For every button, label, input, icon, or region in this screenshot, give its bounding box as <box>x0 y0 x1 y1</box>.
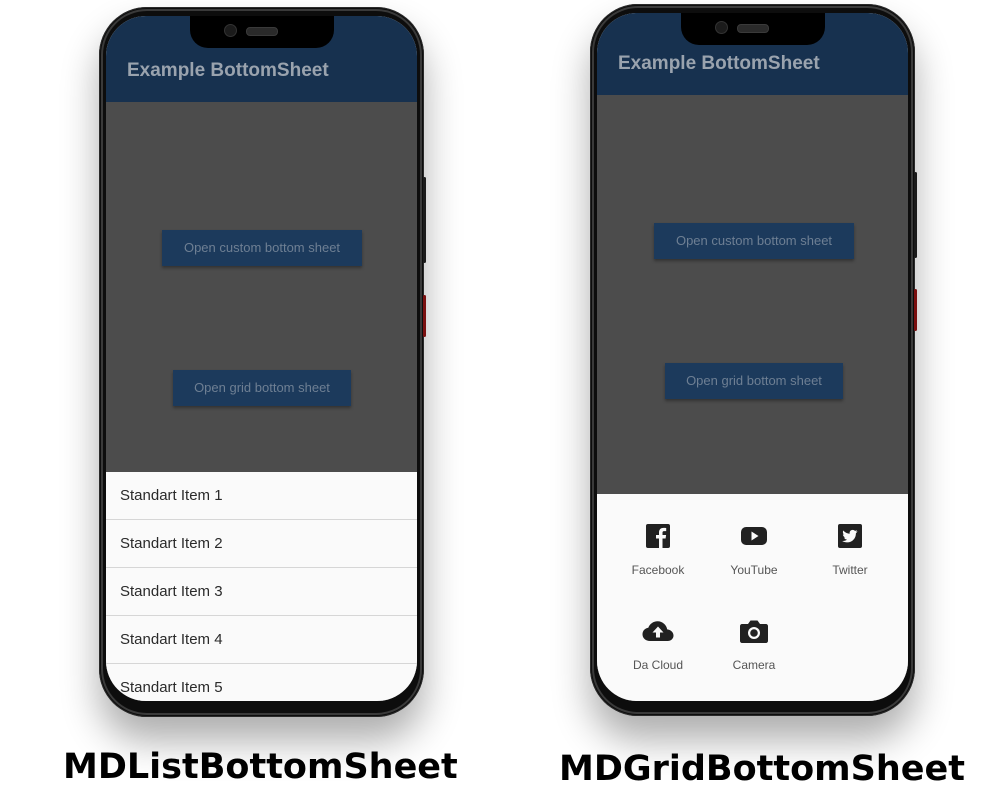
list-item[interactable]: Standart Item 1 <box>106 472 417 520</box>
open-grid-bottom-sheet-button[interactable]: Open grid bottom sheet <box>665 363 843 399</box>
grid: Facebook YouTube Twitter Da Cloud Camera <box>597 494 908 701</box>
screen-right: Example BottomSheet Open custom bottom s… <box>597 13 908 701</box>
caption-grid-bottom-sheet: MDGridBottomSheet <box>559 749 965 789</box>
earpiece-speaker <box>245 27 278 36</box>
volume-button <box>914 289 917 331</box>
earpiece-speaker <box>736 24 769 33</box>
cloud-upload-icon <box>642 621 674 641</box>
list-item[interactable]: Standart Item 3 <box>106 568 417 616</box>
grid-item-camera[interactable]: Camera <box>702 618 806 698</box>
grid-item-youtube[interactable]: YouTube <box>702 523 806 603</box>
screen-left: Example BottomSheet Open custom bottom s… <box>106 16 417 701</box>
list-item[interactable]: Standart Item 4 <box>106 616 417 664</box>
list-bottom-sheet: Standart Item 1 Standart Item 2 Standart… <box>106 472 417 701</box>
grid-bottom-sheet: Facebook YouTube Twitter Da Cloud Camera <box>597 494 908 701</box>
grid-item-label: Camera <box>732 658 776 672</box>
list-item[interactable]: Standart Item 5 <box>106 664 417 701</box>
facebook-icon <box>646 524 670 548</box>
power-button <box>423 177 426 263</box>
app-bar-title: Example BottomSheet <box>618 53 820 74</box>
front-camera <box>714 21 728 34</box>
grid-item-label: Da Cloud <box>632 658 684 672</box>
list-item[interactable]: Standart Item 2 <box>106 520 417 568</box>
caption-list-bottom-sheet: MDListBottomSheet <box>63 747 458 787</box>
grid-item-label: Twitter <box>832 563 868 577</box>
twitter-icon <box>838 524 862 548</box>
youtube-icon <box>741 527 767 545</box>
volume-button <box>423 295 426 337</box>
notch <box>680 13 825 45</box>
phone-frame-left: Example BottomSheet Open custom bottom s… <box>99 7 426 717</box>
front-camera <box>223 24 237 37</box>
open-custom-bottom-sheet-button[interactable]: Open custom bottom sheet <box>654 223 854 259</box>
grid-item-label: Facebook <box>631 563 685 577</box>
camera-icon <box>740 620 768 643</box>
grid-item-label: YouTube <box>730 563 778 577</box>
phone-frame-right: Example BottomSheet Open custom bottom s… <box>590 4 917 716</box>
grid-item-da-cloud[interactable]: Da Cloud <box>606 618 710 698</box>
grid-item-twitter[interactable]: Twitter <box>798 523 902 603</box>
app-bar-title: Example BottomSheet <box>127 60 329 81</box>
notch <box>189 16 334 48</box>
power-button <box>914 172 917 258</box>
open-grid-bottom-sheet-button[interactable]: Open grid bottom sheet <box>173 370 351 406</box>
grid-item-facebook[interactable]: Facebook <box>606 523 710 603</box>
open-custom-bottom-sheet-button[interactable]: Open custom bottom sheet <box>162 230 362 266</box>
